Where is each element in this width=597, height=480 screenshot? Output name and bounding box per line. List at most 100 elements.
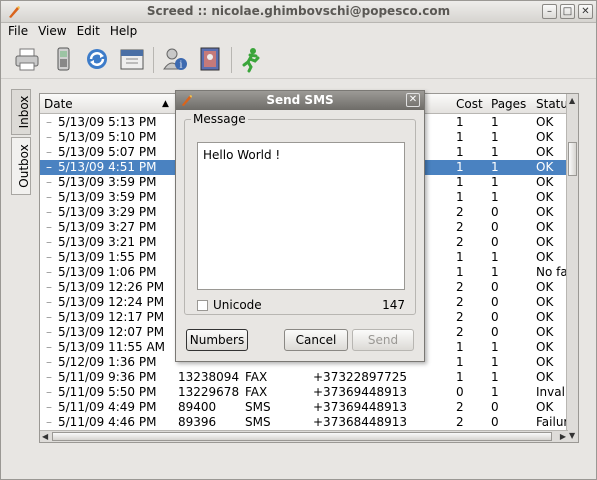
column-header-cost[interactable]: Cost	[456, 97, 483, 111]
phone-icon[interactable]	[49, 45, 77, 73]
cell-cost: 2	[456, 310, 464, 324]
address-book-icon[interactable]	[196, 45, 224, 73]
cell-date: 5/13/09 11:55 AM	[58, 340, 166, 354]
tree-line: –	[46, 310, 52, 324]
cell-type: FAX	[245, 370, 268, 384]
menu-help[interactable]: Help	[103, 23, 140, 38]
unicode-label[interactable]: Unicode	[213, 298, 262, 312]
scroll-up-icon[interactable]: ▲	[569, 96, 575, 105]
horizontal-scrollbar[interactable]: ◀ ▶	[40, 430, 568, 442]
tree-line: –	[46, 130, 52, 144]
numbers-button[interactable]: Numbers	[186, 329, 248, 351]
column-header-date[interactable]: Date	[44, 97, 73, 111]
scroll-down-icon[interactable]: ▼	[569, 431, 575, 440]
cell-pages: 1	[491, 340, 499, 354]
cell-id: 13229678	[178, 385, 240, 399]
tab-outbox[interactable]: Outbox	[11, 137, 31, 195]
horizontal-scroll-thumb[interactable]	[52, 432, 552, 441]
menu-view[interactable]: View	[31, 23, 69, 38]
cell-date: 5/13/09 3:21 PM	[58, 235, 157, 249]
cell-status: OK	[536, 175, 554, 189]
cell-cost: 1	[456, 355, 464, 369]
cell-cost: 2	[456, 400, 464, 414]
cell-date: 5/13/09 4:51 PM	[58, 160, 157, 174]
cell-status: OK	[536, 295, 554, 309]
close-window-button[interactable]: ✕	[578, 4, 593, 19]
cell-pages: 1	[491, 145, 499, 159]
cell-status: OK	[536, 160, 554, 174]
cell-date: 5/11/09 4:49 PM	[58, 400, 157, 414]
table-row[interactable]: –5/11/09 9:36 PM 13238094 FAX +37322897725 1…	[40, 370, 568, 385]
cell-status: OK	[536, 340, 554, 354]
cell-status: Invali	[536, 385, 569, 399]
tree-line: –	[46, 175, 52, 189]
app-logo-icon	[181, 94, 193, 107]
cell-phone: +37369448913	[313, 385, 408, 399]
cancel-button[interactable]: Cancel	[284, 329, 348, 351]
svg-text:i: i	[180, 61, 183, 71]
tree-line: –	[46, 145, 52, 159]
tab-inbox-label: Inbox	[17, 95, 31, 129]
cell-status: OK	[536, 280, 554, 294]
cell-date: 5/13/09 12:17 PM	[58, 310, 165, 324]
scroll-right-icon[interactable]: ▶	[560, 432, 566, 441]
calendar-icon[interactable]	[118, 45, 146, 73]
cell-cost: 2	[456, 295, 464, 309]
cell-status: No fa	[536, 265, 568, 279]
cell-cost: 1	[456, 370, 464, 384]
vertical-scroll-thumb[interactable]	[568, 142, 577, 176]
cell-pages: 1	[491, 250, 499, 264]
cell-status: OK	[536, 235, 554, 249]
vertical-scrollbar[interactable]: ▲ ▼	[566, 94, 578, 442]
menu-edit[interactable]: Edit	[70, 23, 103, 38]
cell-date: 5/13/09 5:07 PM	[58, 145, 157, 159]
minimize-button[interactable]: –	[542, 4, 557, 19]
cell-status: OK	[536, 145, 554, 159]
contact-info-icon[interactable]: i	[161, 45, 189, 73]
printer-icon[interactable]	[13, 45, 41, 73]
cell-status: OK	[536, 325, 554, 339]
sort-ascending-icon: ▲	[162, 99, 169, 109]
title-bar[interactable]: Screed :: nicolae.ghimbovschi@popesco.co…	[1, 1, 596, 23]
cell-pages: 1	[491, 130, 499, 144]
message-textarea[interactable]: Hello World !	[197, 142, 405, 290]
refresh-icon[interactable]	[83, 45, 111, 73]
cell-cost: 2	[456, 220, 464, 234]
maximize-button[interactable]: □	[560, 4, 575, 19]
main-window: Screed :: nicolae.ghimbovschi@popesco.co…	[0, 0, 597, 480]
tab-inbox[interactable]: Inbox	[11, 89, 31, 135]
dialog-close-icon[interactable]: ✕	[406, 93, 420, 107]
cell-status: OK	[536, 130, 554, 144]
remaining-chars-count: 147	[382, 298, 405, 312]
exit-runner-icon[interactable]	[237, 45, 265, 73]
tree-line: –	[46, 325, 52, 339]
cell-date: 5/11/09 4:46 PM	[58, 415, 157, 429]
cell-cost: 2	[456, 235, 464, 249]
table-row[interactable]: –5/11/09 5:50 PM 13229678 FAX +37369448913 0…	[40, 385, 568, 400]
cell-pages: 1	[491, 385, 499, 399]
cell-date: 5/13/09 3:27 PM	[58, 220, 157, 234]
send-button[interactable]: Send	[352, 329, 414, 351]
send-sms-dialog: Send SMS ✕ Message Hello World ! Unicode…	[175, 90, 425, 362]
cell-status: OK	[536, 220, 554, 234]
cell-cost: 1	[456, 190, 464, 204]
scroll-left-icon[interactable]: ◀	[42, 432, 48, 441]
table-row[interactable]: –5/11/09 4:46 PM 89396 SMS +37368448913 2 0 Fa…	[40, 415, 568, 430]
tree-line: –	[46, 400, 52, 414]
cell-cost: 1	[456, 115, 464, 129]
dialog-title-bar[interactable]: Send SMS ✕	[176, 91, 424, 110]
tree-line: –	[46, 415, 52, 429]
tree-line: –	[46, 295, 52, 309]
window-title: Screed :: nicolae.ghimbovschi@popesco.co…	[146, 4, 451, 18]
menu-file[interactable]: File	[1, 23, 31, 38]
unicode-checkbox[interactable]	[197, 300, 208, 311]
cell-date: 5/13/09 12:07 PM	[58, 325, 165, 339]
cell-status: OK	[536, 355, 554, 369]
tree-line: –	[46, 235, 52, 249]
cell-pages: 0	[491, 295, 499, 309]
cell-pages: 0	[491, 280, 499, 294]
menu-bar: File View Edit Help	[1, 23, 596, 41]
cell-pages: 0	[491, 325, 499, 339]
table-row[interactable]: –5/11/09 4:49 PM 89400 SMS +37369448913 2 0 OK	[40, 400, 568, 415]
column-header-pages[interactable]: Pages	[491, 97, 526, 111]
